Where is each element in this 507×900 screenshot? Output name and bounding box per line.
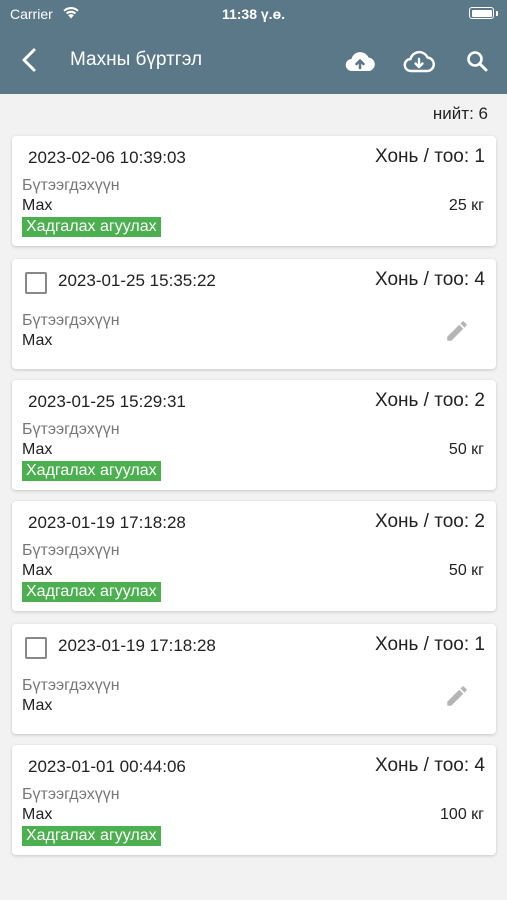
- page-title: Махны бүртгэл: [70, 49, 203, 70]
- product-name: Мах: [22, 332, 53, 349]
- total-count: нийт: 6: [432, 104, 488, 123]
- battery-tip: [496, 11, 498, 16]
- edit-button[interactable]: [444, 318, 470, 344]
- product-label: Бүтээгдэхүүн: [22, 542, 120, 559]
- record-card[interactable]: 2023-01-01 00:44:06 Хонь / тоо: 4 Бүтээг…: [12, 745, 496, 855]
- pencil-icon: [447, 686, 467, 706]
- storage-badge: Хадгалах агуулах: [22, 826, 161, 846]
- cloud-download-icon: [403, 50, 435, 73]
- search-button[interactable]: [460, 44, 494, 78]
- record-type-count: Хонь / тоо: 4: [374, 269, 485, 290]
- record-date: 2023-01-25 15:29:31: [28, 392, 186, 411]
- product-name: Мах: [22, 197, 53, 214]
- record-date: 2023-01-19 17:18:28: [58, 636, 216, 655]
- record-type-count: Хонь / тоо: 1: [374, 634, 485, 655]
- product-label: Бүтээгдэхүүн: [22, 677, 120, 694]
- product-name: Мах: [22, 562, 53, 579]
- record-type-count: Хонь / тоо: 4: [374, 755, 485, 776]
- storage-badge: Хадгалах агуулах: [22, 217, 161, 237]
- record-weight: 100 кг: [440, 806, 484, 823]
- record-card[interactable]: 2023-01-19 17:18:28 Хонь / тоо: 2 Бүтээг…: [12, 501, 496, 611]
- upload-button[interactable]: [343, 44, 377, 78]
- back-button[interactable]: [14, 44, 44, 76]
- status-bar: Carrier 11:38 ү.ө.: [0, 0, 507, 30]
- record-type-count: Хонь / тоо: 2: [374, 390, 485, 411]
- record-type-count: Хонь / тоо: 2: [374, 511, 485, 532]
- cloud-upload-icon: [345, 52, 375, 72]
- record-date: 2023-01-25 15:35:22: [58, 271, 216, 290]
- record-weight: 50 кг: [448, 441, 484, 458]
- record-card[interactable]: 2023-01-25 15:35:22 Хонь / тоо: 4 Бүтээг…: [12, 259, 496, 369]
- product-label: Бүтээгдэхүүн: [22, 177, 120, 194]
- product-label: Бүтээгдэхүүн: [22, 421, 120, 438]
- record-card[interactable]: 2023-01-19 17:18:28 Хонь / тоо: 1 Бүтээг…: [12, 624, 496, 734]
- chevron-left-icon: [22, 48, 36, 72]
- record-card[interactable]: 2023-01-25 15:29:31 Хонь / тоо: 2 Бүтээг…: [12, 380, 496, 490]
- record-weight: 50 кг: [448, 562, 484, 579]
- record-type-count: Хонь / тоо: 1: [374, 146, 485, 167]
- record-date: 2023-01-19 17:18:28: [28, 513, 186, 532]
- product-label: Бүтээгдэхүүн: [22, 312, 120, 329]
- download-button[interactable]: [402, 44, 436, 78]
- product-name: Мах: [22, 806, 53, 823]
- product-label: Бүтээгдэхүүн: [22, 786, 120, 803]
- edit-button[interactable]: [444, 683, 470, 709]
- pencil-icon: [447, 321, 467, 341]
- storage-badge: Хадгалах агуулах: [22, 461, 161, 481]
- search-icon: [467, 51, 488, 72]
- record-date: 2023-01-01 00:44:06: [28, 757, 186, 776]
- app-header: Carrier 11:38 ү.ө. Махны бүртгэл: [0, 0, 507, 94]
- record-date: 2023-02-06 10:39:03: [28, 148, 186, 167]
- product-name: Мах: [22, 441, 53, 458]
- record-card[interactable]: 2023-02-06 10:39:03 Хонь / тоо: 1 Бүтээг…: [12, 136, 496, 246]
- record-weight: 25 кг: [448, 197, 484, 214]
- status-time: 11:38 ү.ө.: [221, 6, 286, 22]
- select-checkbox[interactable]: [25, 272, 47, 294]
- select-checkbox[interactable]: [25, 637, 47, 659]
- storage-badge: Хадгалах агуулах: [22, 582, 161, 602]
- product-name: Мах: [22, 697, 53, 714]
- battery-icon: [469, 7, 494, 19]
